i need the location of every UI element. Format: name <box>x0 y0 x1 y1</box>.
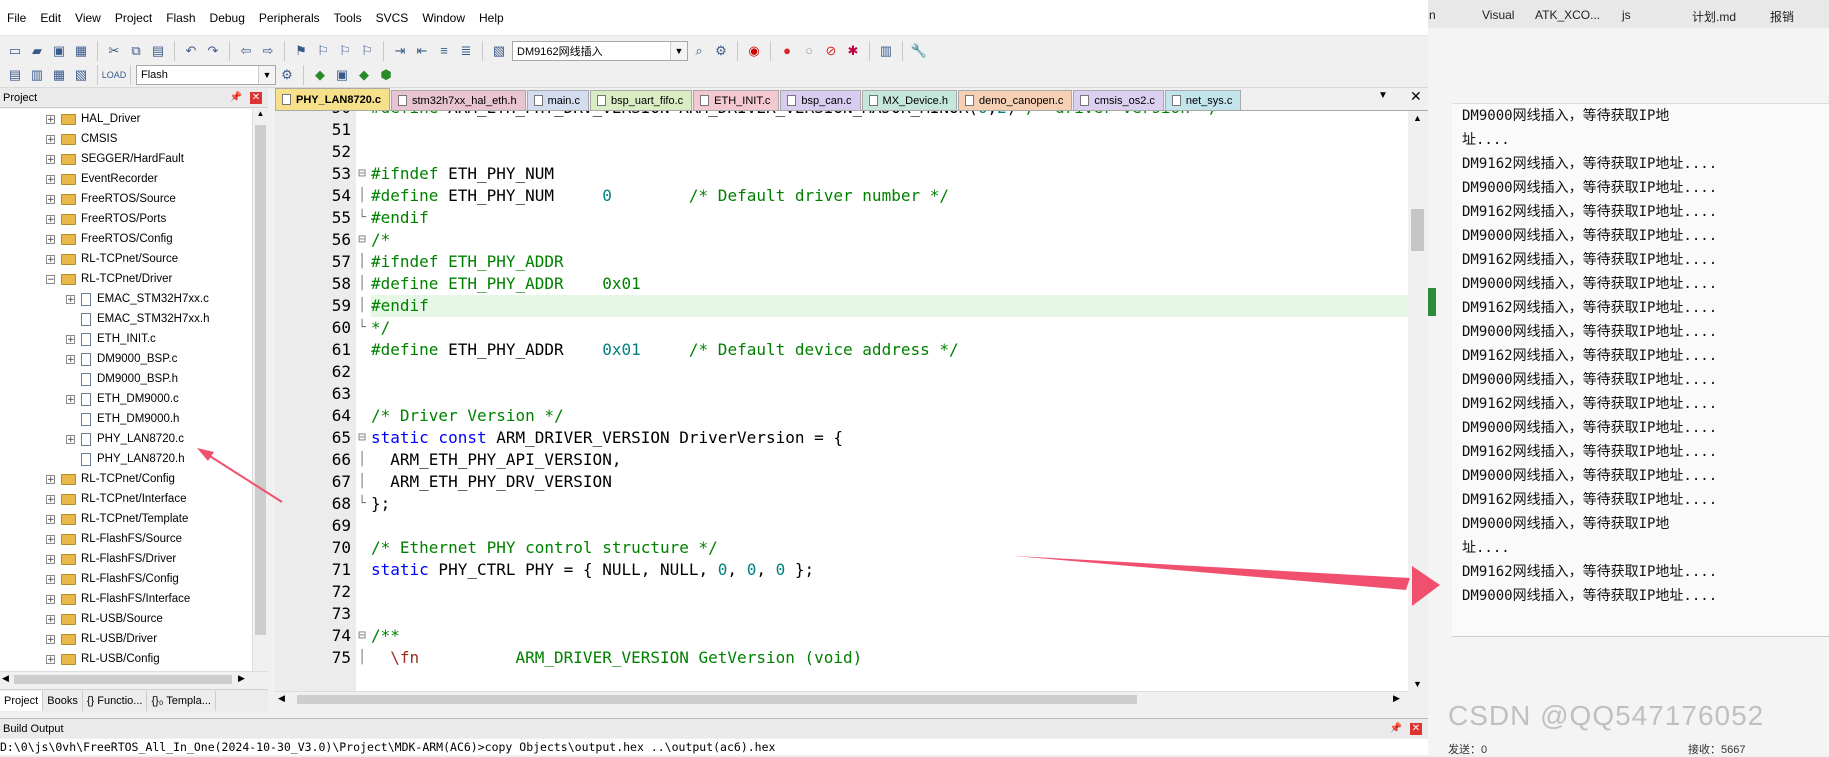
arrow-to-serial <box>1015 556 1410 590</box>
arrow-head-right <box>1412 566 1440 606</box>
arrow-to-file <box>204 452 283 503</box>
arrow-head-left <box>197 448 214 461</box>
annotation-arrows <box>197 448 1440 606</box>
